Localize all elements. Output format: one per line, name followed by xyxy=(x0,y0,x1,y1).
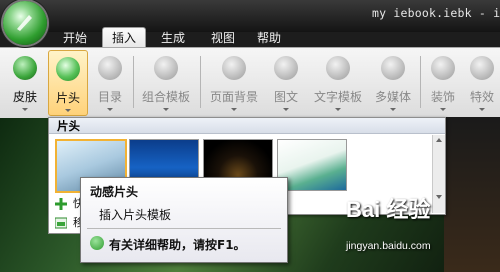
decoration-label: 装饰 xyxy=(430,90,455,104)
image-text-button[interactable]: 图文 xyxy=(266,50,306,114)
decoration-icon xyxy=(431,56,455,80)
tab-start[interactable]: 开始 xyxy=(52,28,98,48)
tab-help[interactable]: 帮助 xyxy=(248,28,290,48)
tab-view[interactable]: 视图 xyxy=(202,28,244,48)
catalog-label: 目录 xyxy=(97,90,122,104)
app-menu-button[interactable] xyxy=(3,1,47,45)
tooltip-help-text: 有关详细帮助，请按F1。 xyxy=(109,238,246,252)
multimedia-button[interactable]: 多媒体 xyxy=(370,50,416,114)
intro-icon xyxy=(56,57,80,81)
intro-label: 片头 xyxy=(55,91,80,105)
skin-label: 皮肤 xyxy=(12,90,37,104)
text-template-label: 文字模板 xyxy=(313,90,362,104)
ribbon-separator xyxy=(420,56,421,108)
chevron-down-icon xyxy=(65,109,71,112)
image-text-icon xyxy=(274,56,298,80)
decoration-button[interactable]: 装饰 xyxy=(424,50,462,114)
chevron-down-icon xyxy=(479,108,485,111)
chevron-down-icon xyxy=(163,108,169,111)
skin-icon xyxy=(13,56,37,80)
ribbon-separator xyxy=(200,56,201,108)
pen-icon xyxy=(17,15,32,31)
watermark-url: jingyan.baidu.com xyxy=(346,240,431,252)
multimedia-label: 多媒体 xyxy=(374,90,411,104)
effects-button[interactable]: 特效 xyxy=(464,50,500,114)
chevron-down-icon xyxy=(231,108,237,111)
chevron-down-icon xyxy=(335,108,341,111)
image-icon xyxy=(55,217,67,229)
ribbon-tab-bar: 开始 插入 生成 视图 帮助 xyxy=(0,26,500,50)
ribbon-separator xyxy=(133,56,134,108)
text-template-icon xyxy=(326,56,350,80)
chevron-down-icon xyxy=(440,108,446,111)
tooltip: 动感片头 插入片头模板 有关详细帮助，请按F1。 xyxy=(80,177,288,263)
window-title: my iebook.iebk - i xyxy=(372,6,500,20)
catalog-button[interactable]: 目录 xyxy=(90,50,130,114)
ribbon-toolbar: 皮肤 片头 目录 组合模板 页面背景 图文 文字模板 多媒体 装饰 特效 xyxy=(0,47,500,119)
chevron-down-icon xyxy=(107,108,113,111)
scroll-up-icon[interactable] xyxy=(436,138,442,142)
tab-generate[interactable]: 生成 xyxy=(152,28,194,48)
gallery-header: 片头 xyxy=(49,118,445,134)
help-icon xyxy=(90,236,104,250)
tooltip-description: 插入片头模板 xyxy=(99,208,172,222)
combo-template-icon xyxy=(154,56,178,80)
chevron-down-icon xyxy=(283,108,289,111)
text-template-button[interactable]: 文字模板 xyxy=(310,50,366,114)
chevron-down-icon xyxy=(390,108,396,111)
effects-label: 特效 xyxy=(469,90,494,104)
catalog-icon xyxy=(98,56,122,80)
tooltip-title: 动感片头 xyxy=(90,185,139,199)
page-background-label: 页面背景 xyxy=(209,90,258,104)
effects-icon xyxy=(470,56,494,80)
add-icon xyxy=(55,198,67,210)
skin-button[interactable]: 皮肤 xyxy=(4,50,46,114)
intro-button[interactable]: 片头 xyxy=(48,50,88,116)
combo-template-button[interactable]: 组合模板 xyxy=(138,50,194,114)
page-background-icon xyxy=(222,56,246,80)
image-text-label: 图文 xyxy=(273,90,298,104)
tooltip-divider xyxy=(87,228,281,229)
page-background-button[interactable]: 页面背景 xyxy=(206,50,262,114)
watermark: Bai 经验 jingyan.baidu.com xyxy=(340,190,490,260)
multimedia-icon xyxy=(381,56,405,80)
combo-template-label: 组合模板 xyxy=(141,90,190,104)
watermark-logo-text: Bai 经验 xyxy=(346,197,431,222)
chevron-down-icon xyxy=(22,108,28,111)
